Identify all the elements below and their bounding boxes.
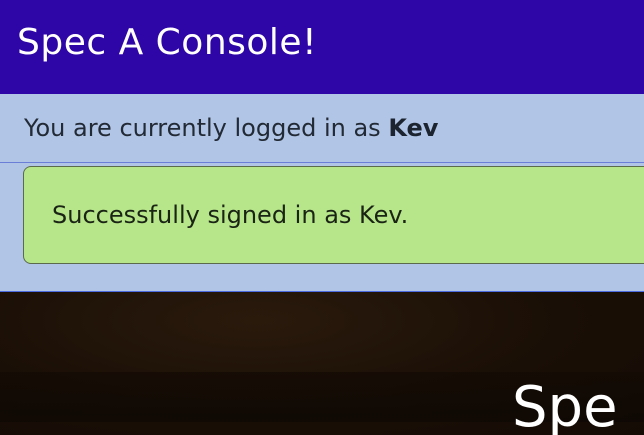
logged-in-username: Kev (388, 114, 439, 142)
success-alert: Successfully signed in as Kev. (23, 166, 644, 264)
login-status-bar: You are currently logged in as Kev (0, 94, 644, 163)
site-title: Spec A Console! (17, 22, 317, 63)
status-section: You are currently logged in as Kev Succe… (0, 94, 644, 292)
login-status-prefix: You are currently logged in as (24, 114, 389, 142)
hero-banner: Spe (0, 292, 644, 435)
login-status-text: You are currently logged in as Kev (24, 114, 438, 142)
success-alert-message: Successfully signed in as Kev. (52, 201, 409, 229)
top-header: Spec A Console! (0, 0, 644, 94)
hero-title: Spe (512, 375, 618, 435)
